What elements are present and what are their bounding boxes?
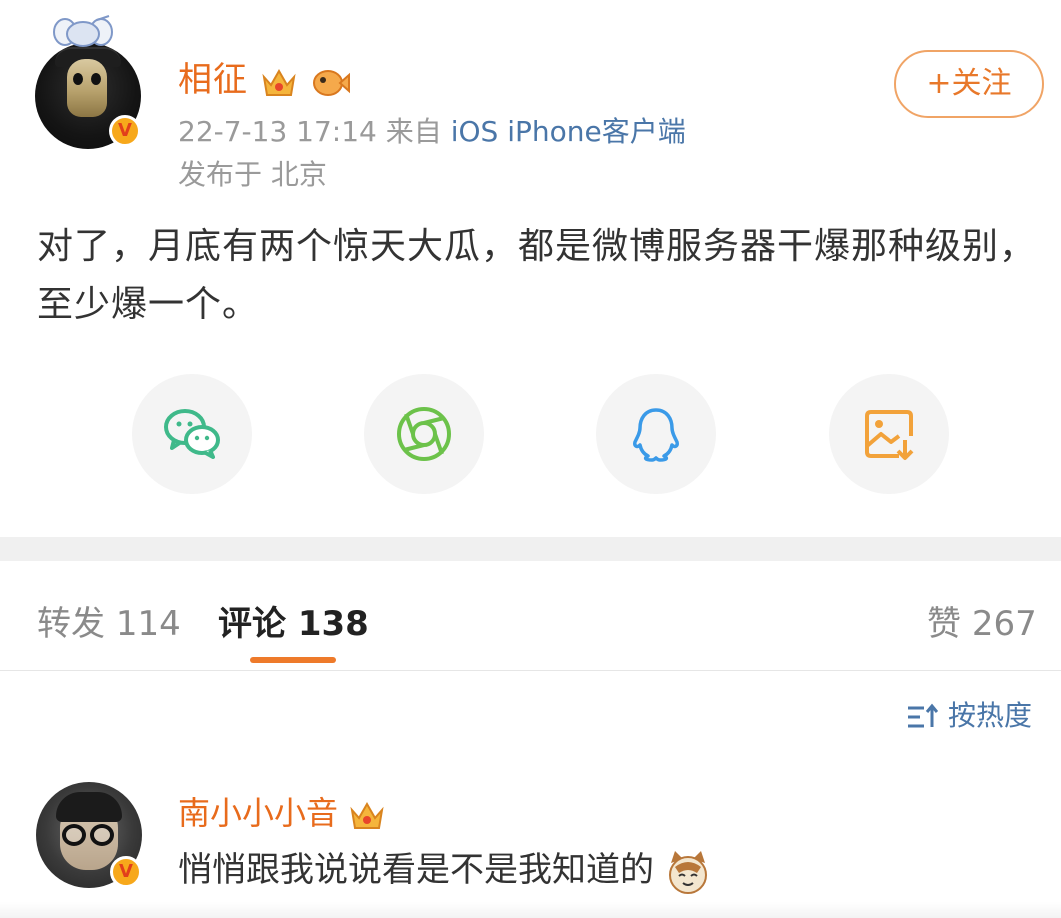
avatar-glasses-left (62, 824, 86, 846)
commenter-name-text[interactable]: 南小小小音 (178, 794, 338, 832)
qq-icon (633, 408, 679, 462)
fish-badge-icon (312, 69, 350, 96)
source-prefix: 来自 (385, 115, 442, 148)
commenter-avatar[interactable]: V (36, 782, 142, 888)
avatar-hair (56, 792, 122, 822)
post-content: 对了，月底有两个惊天大瓜，都是微博服务器干爆那种级别，至少爆一个。 (37, 226, 1037, 325)
avatar-glasses-right (90, 824, 114, 846)
wechat-icon (164, 409, 220, 459)
save-image-icon (865, 410, 914, 460)
comment-text: 悄悄跟我说说看是不是我知道的 (178, 850, 654, 890)
post-meta: 22-7-13 17:14 来自 iOS iPhone客户端 (178, 110, 686, 150)
avatar-frame-icon (53, 15, 113, 47)
share-save-image-button[interactable] (829, 374, 949, 494)
avatar-skull (67, 59, 107, 117)
tab-comments[interactable]: 评论 138 (218, 596, 369, 645)
follow-button[interactable]: +关注 (894, 50, 1044, 118)
post-source-link[interactable]: iOS iPhone客户端 (451, 115, 686, 148)
cat-emoji-icon (668, 850, 707, 894)
tab-likes[interactable]: 赞 267 (927, 596, 1037, 645)
post-time: 22-7-13 17:14 (178, 115, 377, 148)
verified-badge: V (110, 856, 142, 888)
crown-icon (350, 801, 384, 829)
verified-badge: V (109, 115, 141, 147)
commenter-name[interactable]: 南小小小音 (178, 788, 386, 834)
share-wechat-button[interactable] (132, 374, 252, 494)
sort-label[interactable]: 按热度 (948, 699, 1032, 732)
author-name-text[interactable]: 相征 (178, 60, 248, 100)
share-moments-button[interactable] (364, 374, 484, 494)
section-divider (0, 537, 1061, 561)
sort-icon (908, 703, 938, 728)
tab-repost[interactable]: 转发 114 (37, 596, 181, 645)
next-item-edge (0, 902, 1061, 918)
author-avatar[interactable]: V (35, 43, 141, 149)
sort-by-hot-button[interactable]: 按热度 (906, 694, 1032, 734)
moments-icon (397, 407, 451, 461)
author-name[interactable]: 相征 (178, 52, 350, 101)
active-tab-indicator (250, 657, 336, 663)
tab-divider (0, 670, 1061, 671)
crown-icon (262, 68, 296, 96)
post-location: 发布于 北京 (178, 158, 327, 191)
comment-content: 悄悄跟我说说看是不是我知道的 (178, 842, 711, 895)
share-qq-button[interactable] (596, 374, 716, 494)
